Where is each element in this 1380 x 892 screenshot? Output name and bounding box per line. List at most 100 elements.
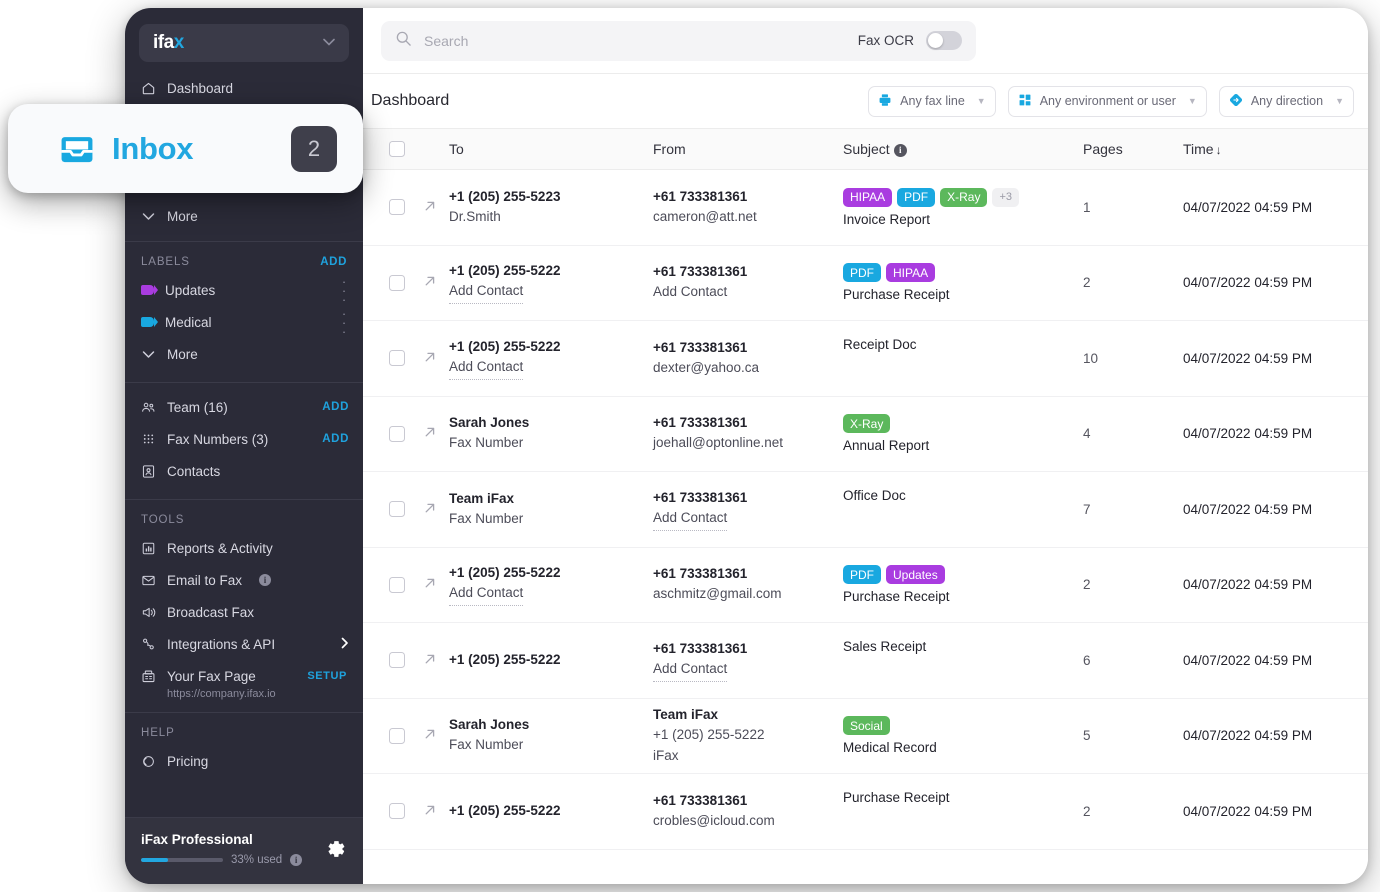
primary-text: +61 733381361	[653, 792, 748, 808]
subject-text: Annual Report	[843, 438, 930, 454]
sidebar-item-team[interactable]: Team (16) ADD	[125, 391, 363, 423]
tag-badge[interactable]: X-Ray	[940, 187, 988, 207]
tag-badge[interactable]: HIPAA	[843, 187, 893, 207]
row-select-cell[interactable]	[371, 803, 423, 820]
time-value: 04/07/2022 04:59 PM	[1183, 728, 1313, 744]
add-contact-link[interactable]: Add Contact	[449, 583, 653, 607]
select-all-checkbox[interactable]	[389, 141, 405, 157]
info-icon[interactable]: i	[259, 574, 272, 586]
add-contact-link[interactable]: Add Contact	[449, 357, 653, 380]
sidebar-item-label: Fax Numbers (3)	[167, 431, 269, 447]
outbound-arrow-icon	[423, 727, 449, 744]
home-icon	[141, 81, 156, 96]
table-row[interactable]: Sarah Jones Fax Number +61 733381361 joehal…	[363, 397, 1368, 472]
sidebar-item-broadcast-fax[interactable]: Broadcast Fax	[125, 596, 363, 628]
row-select-cell[interactable]	[371, 425, 423, 442]
column-header-time[interactable]: Time ↓	[1183, 141, 1368, 157]
sidebar-item-dashboard[interactable]: Dashboard	[125, 72, 363, 104]
workspace-switcher[interactable]: ifax	[139, 24, 349, 62]
filter-fax-line[interactable]: Any fax line ▼	[868, 85, 996, 117]
column-header-from[interactable]: From	[653, 141, 843, 157]
column-header-subject[interactable]: Subject i	[843, 141, 1083, 157]
pages-value: 2	[1083, 803, 1091, 819]
add-contact-link[interactable]: Add Contact	[653, 659, 843, 682]
cell-from: +61 733381361 joehall@optonline.net	[653, 413, 843, 454]
add-contact-link[interactable]: Add Contact	[449, 281, 653, 305]
add-label-button[interactable]: ADD	[320, 256, 347, 268]
sidebar-item-pricing[interactable]: Pricing	[125, 745, 363, 777]
tag-badge[interactable]: HIPAA	[886, 263, 936, 283]
label-options-icon[interactable]: · · ·	[339, 307, 349, 338]
add-team-button[interactable]: ADD	[322, 401, 349, 413]
tag-badge[interactable]: PDF	[843, 263, 881, 283]
inbox-callout-card[interactable]: Inbox 2	[8, 104, 363, 193]
usage-progress-fill	[141, 858, 169, 862]
sidebar-item-integrations-api[interactable]: Integrations & API	[125, 628, 363, 660]
table-row[interactable]: +1 (205) 255-5223 Dr.Smith +61 733381361 ca…	[363, 170, 1368, 246]
pages-value: 2	[1083, 577, 1091, 593]
row-checkbox[interactable]	[389, 576, 405, 593]
select-all-cell[interactable]	[371, 141, 423, 157]
search-input[interactable]	[424, 32, 846, 49]
row-checkbox[interactable]	[389, 501, 405, 518]
table-row[interactable]: +1 (205) 255-5222 +61 733381361 Add Contac…	[363, 623, 1368, 699]
row-select-cell[interactable]	[371, 350, 423, 367]
sidebar-item-your-fax-page[interactable]: Your Fax Page SETUP	[125, 660, 363, 692]
column-header-pages[interactable]: Pages	[1083, 141, 1183, 157]
fax-ocr-toggle[interactable]	[926, 31, 962, 50]
filter-direction[interactable]: Any direction ▼	[1218, 85, 1354, 117]
sidebar-item-reports-activity[interactable]: Reports & Activity	[125, 532, 363, 564]
row-checkbox[interactable]	[389, 274, 405, 291]
row-checkbox[interactable]	[389, 350, 405, 367]
search-bar[interactable]: Fax OCR	[381, 20, 976, 61]
sidebar-item-more-folders[interactable]: More	[125, 200, 363, 232]
sidebar-item-label: Your Fax Page	[167, 668, 256, 684]
filter-environment-user[interactable]: Any environment or user ▼	[1007, 85, 1207, 117]
label-options-icon[interactable]: · · ·	[339, 275, 349, 306]
row-select-cell[interactable]	[371, 652, 423, 669]
cell-subject: Receipt Doc	[843, 337, 1083, 380]
table-row[interactable]: +1 (205) 255-5222 Add Contact +61 73338136…	[363, 246, 1368, 321]
gear-icon[interactable]	[325, 838, 347, 860]
setup-link[interactable]: SETUP	[307, 670, 347, 682]
tag-overflow-badge[interactable]: +3	[992, 187, 1020, 207]
table-header: To From Subject i Pages Time ↓	[363, 128, 1368, 170]
cell-subject: Office Doc	[843, 488, 1083, 531]
row-select-cell[interactable]	[371, 727, 423, 744]
sidebar-item-contacts[interactable]: Contacts	[125, 455, 363, 487]
sidebar-label-medical[interactable]: Medical · · ·	[125, 306, 363, 338]
cell-pages: 2	[1083, 577, 1183, 592]
sidebar-label-updates[interactable]: Updates · · ·	[125, 274, 363, 306]
row-checkbox[interactable]	[389, 425, 405, 442]
sidebar-item-more-labels[interactable]: More	[125, 338, 363, 370]
pages-value: 4	[1083, 426, 1091, 442]
column-header-to[interactable]: To	[449, 141, 653, 157]
add-contact-link[interactable]: Add Contact	[653, 508, 843, 531]
tag-badge[interactable]: X-Ray	[843, 414, 891, 434]
tag-badge[interactable]: PDF	[897, 187, 936, 207]
tag-badge[interactable]: PDF	[843, 565, 881, 585]
cell-subject: HIPAA PDF X-Ray +3 Invoice Report	[843, 187, 1083, 227]
table-row[interactable]: Sarah Jones Fax Number Team iFax +1 (205) 2…	[363, 699, 1368, 774]
info-icon[interactable]: i	[290, 854, 303, 866]
info-icon[interactable]: i	[893, 143, 907, 157]
row-select-cell[interactable]	[371, 199, 423, 216]
row-checkbox[interactable]	[389, 199, 405, 216]
row-checkbox[interactable]	[389, 652, 405, 669]
sidebar-item-fax-numbers[interactable]: Fax Numbers (3) ADD	[125, 423, 363, 455]
table-row[interactable]: +1 (205) 255-5222 Add Contact +61 73338136…	[363, 548, 1368, 623]
cell-pages: 10	[1083, 351, 1183, 366]
row-select-cell[interactable]	[371, 576, 423, 593]
row-checkbox[interactable]	[389, 803, 405, 820]
row-select-cell[interactable]	[371, 501, 423, 518]
sidebar-item-email-to-fax[interactable]: Email to Fax i	[125, 564, 363, 596]
dashboard-header: Dashboard Any fax line ▼ Any environment	[363, 74, 1368, 128]
add-fax-number-button[interactable]: ADD	[322, 433, 349, 445]
row-select-cell[interactable]	[371, 274, 423, 291]
table-row[interactable]: +1 (205) 255-5222 Add Contact +61 73338136…	[363, 321, 1368, 397]
table-row[interactable]: +1 (205) 255-5222 +61 733381361 crobles@ic…	[363, 774, 1368, 850]
tag-badge[interactable]: Social	[843, 716, 890, 736]
row-checkbox[interactable]	[389, 727, 405, 744]
tag-badge[interactable]: Updates	[886, 565, 945, 585]
table-row[interactable]: Team iFax Fax Number +61 733381361 Add Cont…	[363, 472, 1368, 548]
